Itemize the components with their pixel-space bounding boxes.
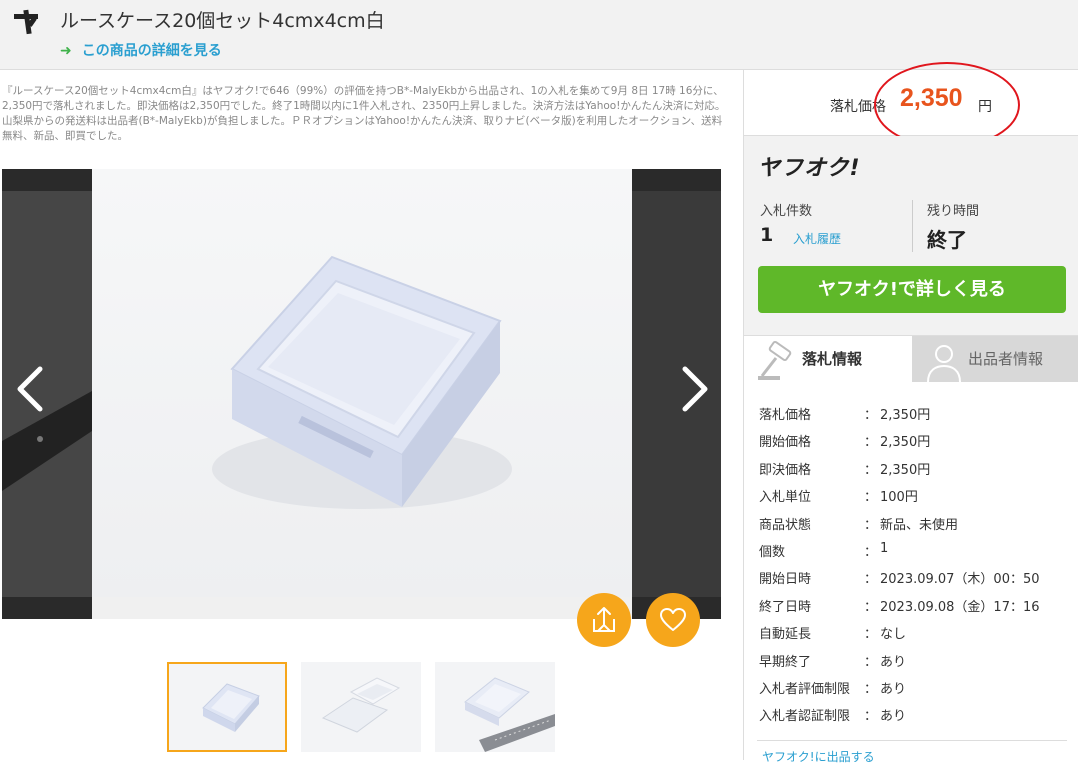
info-row-key: 早期終了 [759, 654, 812, 670]
info-row-key: 開始日時 [759, 572, 812, 588]
info-row-key: 終了日時 [759, 599, 812, 615]
info-row-colon: ： [864, 462, 878, 478]
auction-description: 『ルースケース20個セット4cmx4cm白』はヤフオク!で646（99%）の評価… [2, 85, 726, 142]
winning-info-list: 落札価格： 2,350円 開始価格： 2,350円 即決価格： 2,350円 入札単位： 10… [759, 400, 1069, 729]
info-row-colon: ： [864, 517, 878, 533]
bid-history-link[interactable]: 入札履歴 [793, 230, 841, 247]
yahoo-auction-panel: ヤフオク! 入札件数 1 入札履歴 残り時間 終了 ヤフオク!で詳しく見る [744, 136, 1078, 336]
info-row: 即決価格 ： 2,350円 [759, 455, 1069, 482]
info-row-colon: ： [864, 654, 878, 670]
tab-winning-info[interactable]: 落札情報 [744, 336, 912, 382]
info-row-colon: ： [864, 435, 878, 451]
chevron-right-icon[interactable] [675, 359, 715, 419]
favorite-button[interactable] [646, 593, 700, 647]
info-row-colon: ： [864, 681, 878, 697]
info-row-value: なし [880, 627, 907, 643]
person-icon [927, 345, 961, 382]
info-row-key: 即決価格 [759, 462, 812, 478]
info-row-value: あり [880, 681, 907, 697]
tab-winning-info-label: 落札情報 [802, 350, 863, 368]
tab-seller-info-label: 出品者情報 [968, 350, 1044, 368]
sell-on-yahuoku-link[interactable]: ヤフオク!に出品する [762, 748, 875, 765]
chevron-left-icon[interactable] [10, 359, 50, 419]
image-viewer [2, 169, 721, 619]
heart-icon [660, 608, 686, 631]
detail-link-label: この商品の詳細を見る [81, 43, 222, 59]
info-row: 入札者認証制限 ：あり [759, 701, 1069, 728]
arrow-right-icon: ➜ [60, 43, 72, 59]
info-row-colon: ： [864, 490, 878, 506]
info-row-colon: ： [864, 572, 878, 588]
tab-seller-info[interactable]: 出品者情報 [912, 336, 1078, 382]
bids-count-value: 1 [760, 224, 774, 246]
info-row: 入札者評価制限 ：あり [759, 674, 1069, 701]
info-row-value: 2,350円 [880, 408, 931, 423]
info-row-value: 1 [880, 540, 889, 556]
info-row-key: 開始価格 [759, 435, 812, 451]
info-row-colon: ： [864, 627, 878, 643]
info-row-key: 入札者評価制限 [759, 681, 851, 697]
info-row-key: 入札単位 [759, 490, 812, 506]
info-row-key: 自動延長 [759, 627, 812, 643]
info-row-key: 商品状態 [759, 517, 812, 533]
info-row-value: 2,350円 [880, 435, 931, 451]
info-row-key: 個数 [759, 544, 786, 560]
info-row-colon: ： [864, 544, 878, 560]
info-row-colon: ： [864, 599, 878, 615]
remaining-time-label: 残り時間 [927, 204, 980, 219]
info-row-value: あり [880, 709, 907, 725]
info-row-colon: ： [864, 408, 878, 423]
info-row-value: 新品、未使用 [880, 517, 959, 533]
thumbnail-3[interactable] [435, 662, 555, 752]
info-row: 終了日時 ： 2023.09.08（金）17：16 [759, 592, 1069, 619]
main-product-image [92, 169, 632, 597]
page-title: ルースケース20個セット4cmx4cm白 [60, 10, 385, 32]
info-row: 入札単位 ： 100円 [759, 482, 1069, 509]
info-row-value: 2,350円 [880, 462, 931, 478]
share-button[interactable] [577, 593, 631, 647]
detail-link[interactable]: ➜ この商品の詳細を見る [60, 40, 222, 60]
info-row: 早期終了 ：あり [759, 647, 1069, 674]
page-header: ルースケース20個セット4cmx4cm白 ➜ この商品の詳細を見る [0, 0, 1078, 70]
info-row-colon: ： [864, 709, 878, 725]
remaining-time-value: 終了 [927, 228, 967, 252]
yahuoku-logo: ヤフオク! [758, 156, 861, 181]
info-row: 開始日時 ： 2023.09.07（木）00：50 [759, 564, 1069, 591]
info-row: 自動延長 ：なし [759, 619, 1069, 646]
info-row: 落札価格 ： 2,350円 [759, 400, 1069, 427]
thumbnail-2[interactable] [301, 662, 421, 752]
info-row: 個数 ： 1 [759, 537, 1069, 564]
site-logo-icon[interactable] [12, 8, 44, 36]
info-row-value: 2023.09.07（木）00：50 [880, 572, 1040, 588]
info-row-key: 落札価格 [759, 408, 812, 423]
info-row-value: 100円 [880, 490, 918, 506]
bids-count-label: 入札件数 [760, 204, 813, 219]
gavel-icon [758, 340, 792, 380]
info-row: 開始価格 ： 2,350円 [759, 427, 1069, 454]
info-row-value: 2023.09.08（金）17：16 [880, 599, 1040, 615]
thumbnail-1[interactable] [167, 662, 287, 752]
view-on-yahuoku-button[interactable]: ヤフオク!で詳しく見る [758, 266, 1066, 313]
share-icon [593, 607, 615, 632]
info-row: 商品状態 ：新品、未使用 [759, 510, 1069, 537]
info-row-key: 入札者認証制限 [759, 709, 851, 725]
info-row-value: あり [880, 654, 907, 670]
